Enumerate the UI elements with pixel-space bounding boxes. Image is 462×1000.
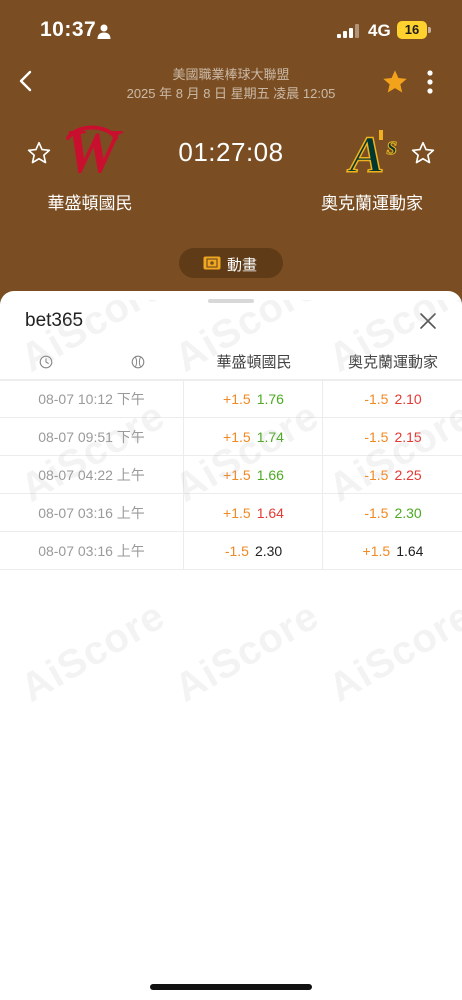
column-header-home: 華盛頓國民 [216, 354, 292, 371]
away-team-name[interactable]: 奧克蘭運動家 [310, 189, 434, 214]
animation-button[interactable]: 動畫 [179, 248, 283, 278]
odds-row: 08-07 03:16 上午 +1.5 1.64 -1.5 2.30 [0, 494, 462, 532]
row-time: 08-07 10:12 下午 [0, 380, 184, 418]
animation-icon [203, 256, 221, 270]
home-odds-cell: +1.5 1.74 [185, 418, 323, 456]
person-icon [97, 24, 111, 39]
status-bar: 10:37 4G 16 [0, 0, 462, 58]
handicap-value: +1.5 [362, 543, 391, 559]
column-header-away: 奧克蘭運動家 [347, 354, 438, 371]
away-odds-cell: +1.5 1.64 [324, 532, 462, 570]
favorite-star-icon[interactable] [381, 68, 409, 96]
home-team-name[interactable]: 華盛頓國民 [28, 189, 152, 214]
handicap-value: +1.5 [223, 505, 251, 521]
home-team-logo: W [64, 120, 123, 184]
drag-handle[interactable] [208, 299, 254, 303]
odds-value: 1.64 [396, 543, 424, 559]
network-label: 4G [368, 21, 391, 40]
handicap-value: -1.5 [364, 429, 389, 445]
league-title: 美國職業棒球大聯盟 [172, 67, 290, 82]
svg-text:W: W [64, 120, 123, 184]
svg-text:s: s [386, 131, 397, 160]
odds-row: 08-07 10:12 下午 +1.5 1.76 -1.5 2.10 [0, 380, 462, 418]
odds-value: 2.25 [394, 467, 422, 483]
animation-label: 動畫 [227, 257, 258, 274]
svg-text:A: A [347, 127, 385, 180]
odds-table: 08-07 10:12 下午 +1.5 1.76 -1.5 2.10 08-07 0… [0, 380, 462, 570]
odds-value: 2.10 [394, 391, 422, 407]
more-icon[interactable] [422, 68, 438, 96]
away-odds-cell: -1.5 2.15 [324, 418, 462, 456]
home-odds-cell: +1.5 1.64 [185, 494, 323, 532]
home-odds-cell: +1.5 1.76 [185, 380, 323, 418]
odds-value: 2.30 [394, 505, 422, 521]
odds-value: 1.66 [256, 467, 284, 483]
bookmaker-title: bet365 [25, 310, 84, 331]
back-icon[interactable] [14, 66, 40, 96]
away-odds-cell: -1.5 2.25 [324, 456, 462, 494]
handicap-value: -1.5 [224, 543, 249, 559]
odds-value: 1.76 [256, 391, 284, 407]
handicap-value: +1.5 [223, 429, 251, 445]
home-odds-cell: -1.5 2.30 [185, 532, 323, 570]
away-odds-cell: -1.5 2.10 [324, 380, 462, 418]
handicap-value: -1.5 [364, 467, 389, 483]
handicap-value: -1.5 [364, 391, 389, 407]
signal-icon [337, 24, 359, 38]
status-time: 10:37 [40, 18, 97, 41]
baseball-icon [131, 355, 145, 369]
match-datetime: 2025 年 8 月 8 日 星期五 凌晨 12:05 [126, 86, 336, 101]
odds-sheet: bet365 華盛頓國民 奧克蘭運動家 08-07 10:12 下午 +1.5 1… [0, 291, 462, 1000]
row-time: 08-07 09:51 下午 [0, 418, 184, 456]
odds-value: 2.30 [254, 543, 283, 559]
away-follow-star-icon[interactable] [410, 140, 436, 166]
odds-row: 08-07 03:16 上午 -1.5 2.30 +1.5 1.64 [0, 532, 462, 570]
battery-indicator: 16 [397, 21, 431, 39]
handicap-value: +1.5 [223, 467, 251, 483]
home-follow-star-icon[interactable] [26, 140, 52, 166]
row-time: 08-07 03:16 上午 [0, 532, 184, 570]
odds-row: 08-07 09:51 下午 +1.5 1.74 -1.5 2.15 [0, 418, 462, 456]
row-time: 08-07 04:22 上午 [0, 456, 184, 494]
away-odds-cell: -1.5 2.30 [324, 494, 462, 532]
odds-value: 1.64 [256, 505, 284, 521]
home-odds-cell: +1.5 1.66 [185, 456, 323, 494]
odds-row: 08-07 04:22 上午 +1.5 1.66 -1.5 2.25 [0, 456, 462, 494]
battery-level: 16 [404, 22, 420, 37]
handicap-value: -1.5 [364, 505, 389, 521]
odds-value: 1.74 [256, 429, 284, 445]
handicap-value: +1.5 [223, 391, 251, 407]
close-icon[interactable] [418, 311, 438, 331]
clock-icon [39, 355, 53, 369]
odds-value: 2.15 [394, 429, 422, 445]
row-time: 08-07 03:16 上午 [0, 494, 184, 532]
home-indicator[interactable] [150, 984, 312, 990]
match-clock: 01:27:08 [178, 137, 284, 167]
away-team-logo: A s [346, 126, 398, 180]
